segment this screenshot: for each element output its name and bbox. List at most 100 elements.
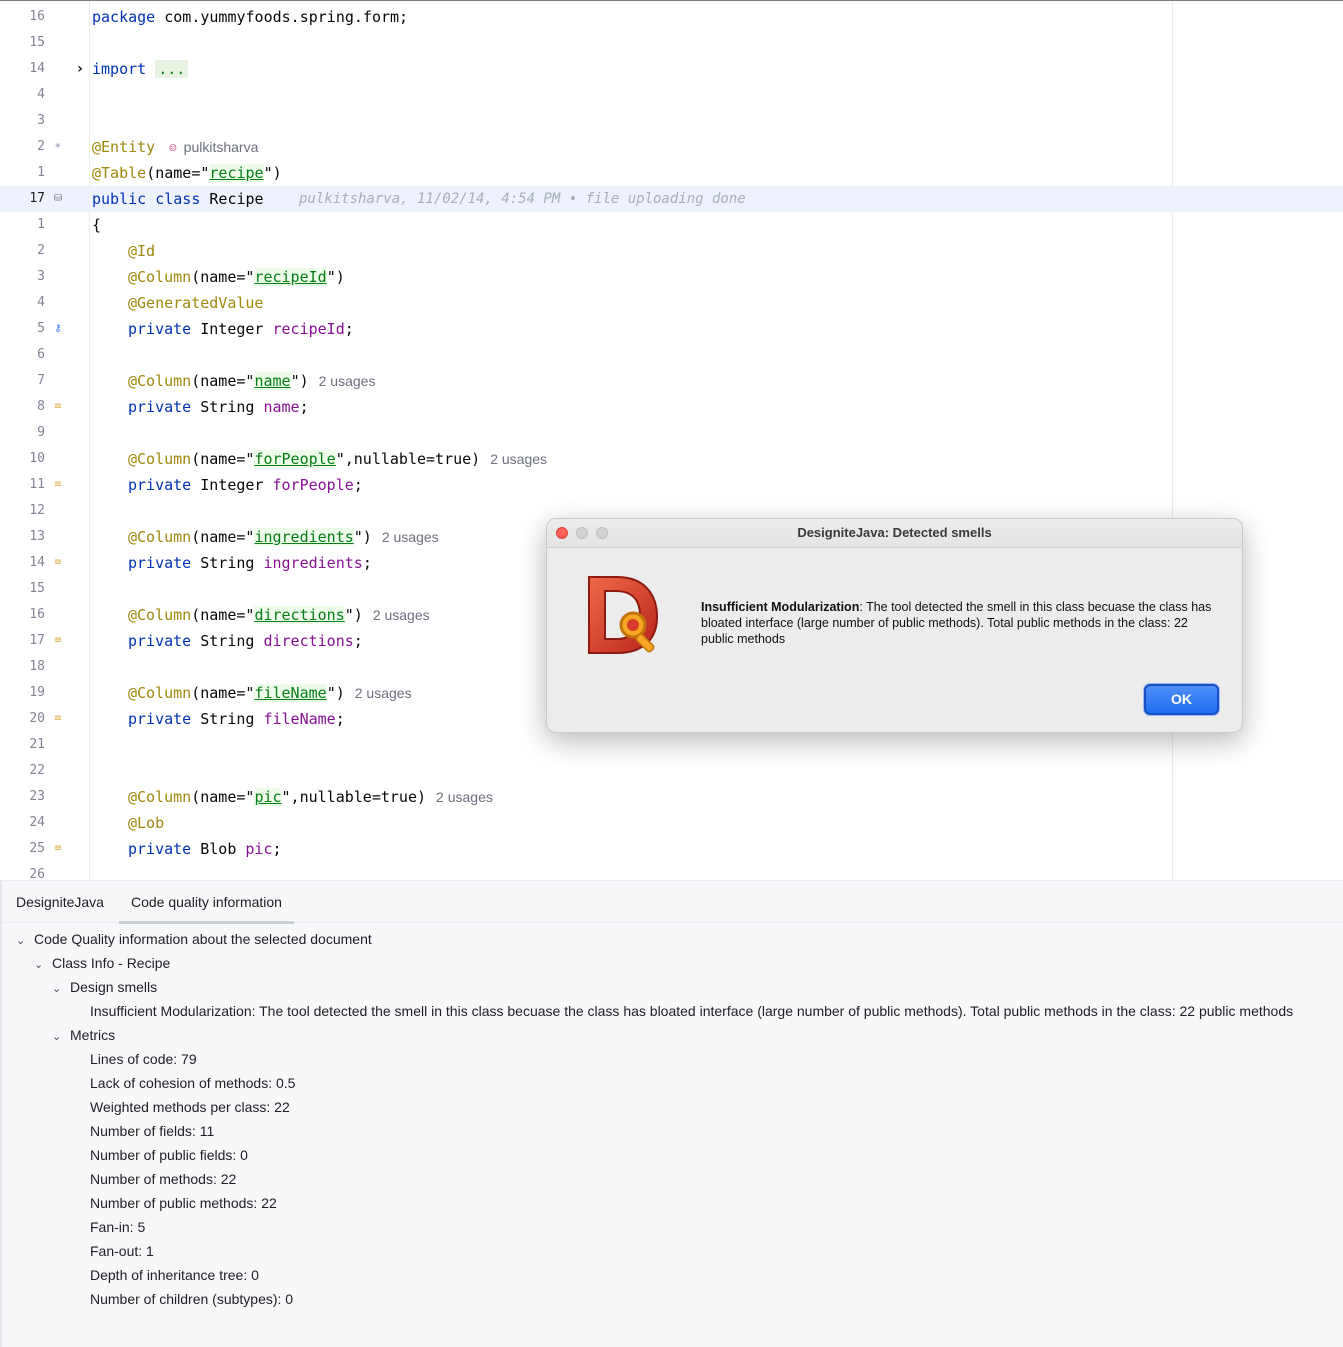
- metric-item[interactable]: Number of methods: 22: [90, 1167, 236, 1191]
- collapsed-imports[interactable]: ...: [155, 60, 189, 78]
- metric-item[interactable]: Lines of code: 79: [90, 1047, 197, 1071]
- chevron-down-icon[interactable]: ⌄: [34, 953, 52, 977]
- line-number[interactable]: 2: [0, 238, 45, 264]
- author-hint[interactable]: pulkitsharva: [184, 139, 259, 155]
- line-number[interactable]: 24: [0, 810, 45, 836]
- metric-item[interactable]: Fan-out: 1: [90, 1239, 154, 1263]
- tab-code-quality-information[interactable]: Code quality information: [119, 881, 294, 924]
- column-mapping-icon[interactable]: ≡: [51, 842, 65, 856]
- line-number[interactable]: 12: [0, 498, 45, 524]
- code-line[interactable]: 6: [0, 342, 1343, 368]
- primary-key-icon[interactable]: ⚷: [51, 322, 65, 336]
- code-text[interactable]: private String ingredients;: [128, 550, 372, 576]
- code-line[interactable]: 2 @Id: [0, 238, 1343, 264]
- usages-hint[interactable]: 2 usages: [319, 373, 376, 389]
- metric-item[interactable]: Depth of inheritance tree: 0: [90, 1263, 259, 1287]
- loading-spinner-icon[interactable]: ✴: [51, 140, 65, 154]
- code-line[interactable]: 22: [0, 758, 1343, 784]
- column-mapping-icon[interactable]: ≡: [51, 478, 65, 492]
- tree-smell-item[interactable]: Insufficient Modularization: The tool de…: [90, 999, 1293, 1023]
- metric-item[interactable]: Fan-in: 5: [90, 1215, 145, 1239]
- usages-hint[interactable]: 2 usages: [355, 685, 412, 701]
- dialog-titlebar[interactable]: DesigniteJava: Detected smells: [547, 519, 1242, 548]
- code-text[interactable]: @Column(name="name") 2 usages: [128, 368, 375, 394]
- code-text[interactable]: @Column(name="ingredients") 2 usages: [128, 524, 439, 550]
- line-number[interactable]: 16: [0, 602, 45, 628]
- code-line[interactable]: 10 @Column(name="forPeople",nullable=true…: [0, 446, 1343, 472]
- code-line[interactable]: 3 @Column(name="recipeId"): [0, 264, 1343, 290]
- line-number[interactable]: 1: [0, 160, 45, 186]
- code-line[interactable]: 23 @Column(name="pic",nullable=true) 2 usa…: [0, 784, 1343, 810]
- code-line[interactable]: 1{: [0, 212, 1343, 238]
- code-line[interactable]: 21: [0, 732, 1343, 758]
- metric-item[interactable]: Number of fields: 11: [90, 1119, 214, 1143]
- line-number[interactable]: 8: [0, 394, 45, 420]
- usages-hint[interactable]: 2 usages: [373, 607, 430, 623]
- line-number[interactable]: 10: [0, 446, 45, 472]
- database-table-icon[interactable]: ⛁: [51, 192, 65, 206]
- line-number[interactable]: 20: [0, 706, 45, 732]
- ok-button[interactable]: OK: [1144, 684, 1219, 715]
- tree-class-info[interactable]: ⌄ Class Info - Recipe: [34, 951, 170, 975]
- code-line[interactable]: 11 ≡ private Integer forPeople;: [0, 472, 1343, 498]
- metric-item[interactable]: Weighted methods per class: 22: [90, 1095, 290, 1119]
- column-mapping-icon[interactable]: ≡: [51, 400, 65, 414]
- line-number[interactable]: 5: [0, 316, 45, 342]
- code-text[interactable]: @Column(name="pic",nullable=true) 2 usage…: [128, 784, 493, 810]
- line-number[interactable]: 16: [0, 4, 45, 30]
- code-text[interactable]: @Table(name="recipe"): [92, 160, 282, 186]
- code-line[interactable]: 5 ⚷ private Integer recipeId;: [0, 316, 1343, 342]
- code-text[interactable]: @Column(name="directions") 2 usages: [128, 602, 430, 628]
- line-number[interactable]: 17: [0, 186, 45, 212]
- usages-hint[interactable]: 2 usages: [436, 789, 493, 805]
- code-line[interactable]: 26: [0, 862, 1343, 880]
- code-line[interactable]: 9: [0, 420, 1343, 446]
- line-number[interactable]: 9: [0, 420, 45, 446]
- column-mapping-icon[interactable]: ≡: [51, 712, 65, 726]
- code-line[interactable]: 17 ⛁ public class Recipe pulkitsharva, 11/0…: [0, 186, 1343, 212]
- column-mapping-icon[interactable]: ≡: [51, 556, 65, 570]
- line-number[interactable]: 13: [0, 524, 45, 550]
- usages-hint[interactable]: 2 usages: [490, 451, 547, 467]
- line-number[interactable]: 11: [0, 472, 45, 498]
- line-number[interactable]: 21: [0, 732, 45, 758]
- code-text[interactable]: {: [92, 212, 101, 238]
- tree-root[interactable]: ⌄ Code Quality information about the sele…: [16, 927, 372, 951]
- code-text[interactable]: private Blob pic;: [128, 836, 282, 862]
- code-text[interactable]: @Column(name="recipeId"): [128, 264, 345, 290]
- code-editor[interactable]: 16 package com.yummyfoods.spring.form; 15 1…: [0, 0, 1343, 880]
- line-number[interactable]: 15: [0, 576, 45, 602]
- line-number[interactable]: 14: [0, 550, 45, 576]
- code-text[interactable]: @Entity ☺ pulkitsharva: [92, 134, 258, 161]
- code-line[interactable]: 4 @GeneratedValue: [0, 290, 1343, 316]
- line-number[interactable]: 14: [0, 56, 45, 82]
- line-number[interactable]: 2: [0, 134, 45, 160]
- line-number[interactable]: 4: [0, 82, 45, 108]
- code-line[interactable]: 3: [0, 108, 1343, 134]
- code-text[interactable]: import ...: [92, 56, 189, 82]
- chevron-down-icon[interactable]: ⌄: [16, 929, 34, 953]
- code-line[interactable]: 16 package com.yummyfoods.spring.form;: [0, 4, 1343, 30]
- line-number[interactable]: 18: [0, 654, 45, 680]
- chevron-down-icon[interactable]: ⌄: [52, 977, 70, 1001]
- usages-hint[interactable]: 2 usages: [382, 529, 439, 545]
- metric-item[interactable]: Number of public methods: 22: [90, 1191, 277, 1215]
- chevron-down-icon[interactable]: ⌄: [52, 1025, 70, 1049]
- code-text[interactable]: @Lob: [128, 810, 164, 836]
- line-number[interactable]: 3: [0, 264, 45, 290]
- code-text[interactable]: private String name;: [128, 394, 309, 420]
- code-line[interactable]: 1 @Table(name="recipe"): [0, 160, 1343, 186]
- line-number[interactable]: 3: [0, 108, 45, 134]
- chevron-right-icon[interactable]: ›: [72, 56, 88, 82]
- line-number[interactable]: 6: [0, 342, 45, 368]
- metric-item[interactable]: Lack of cohesion of methods: 0.5: [90, 1071, 295, 1095]
- line-number[interactable]: 19: [0, 680, 45, 706]
- line-number[interactable]: 25: [0, 836, 45, 862]
- code-line[interactable]: 4: [0, 82, 1343, 108]
- detected-smells-dialog[interactable]: DesigniteJava: Detected smells Insuffici…: [546, 518, 1243, 733]
- designite-tool-window[interactable]: DesigniteJava Code quality information ⌄…: [0, 880, 1343, 1347]
- code-line[interactable]: 25 ≡ private Blob pic;: [0, 836, 1343, 862]
- code-text[interactable]: @Id: [128, 238, 155, 264]
- code-line[interactable]: 15: [0, 30, 1343, 56]
- code-text[interactable]: package com.yummyfoods.spring.form;: [92, 4, 408, 30]
